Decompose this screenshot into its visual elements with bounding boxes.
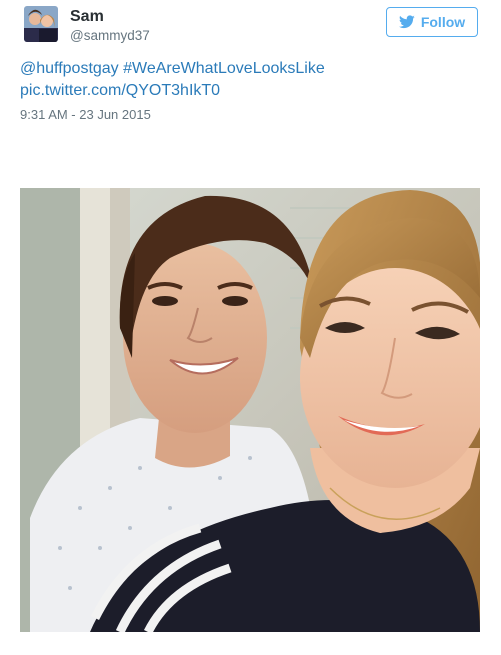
display-name[interactable]: Sam [70,8,104,26]
media-link[interactable]: pic.twitter.com/QYOT3hIkT0 [20,82,220,99]
screen-name[interactable]: @sammyd37 [70,28,150,43]
avatar[interactable] [24,6,58,42]
follow-button[interactable]: Follow [386,7,478,37]
twitter-bird-icon [398,15,415,29]
hashtag-link[interactable]: #WeAreWhatLoveLooksLike [123,60,325,77]
mention-link[interactable]: @huffpostgay [20,60,119,77]
tweet-photo[interactable] [20,188,480,632]
follow-label: Follow [420,14,466,30]
tweet-text: @huffpostgay #WeAreWhatLoveLooksLike pic… [20,58,480,102]
timestamp[interactable]: 9:31 AM - 23 Jun 2015 [20,107,151,122]
